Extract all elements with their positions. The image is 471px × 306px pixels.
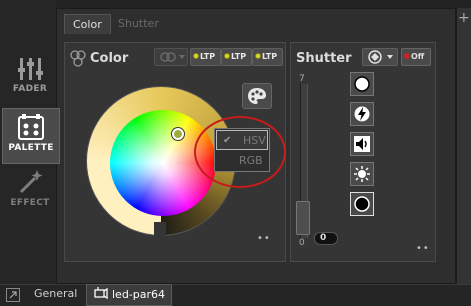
- off-label: Off: [411, 52, 425, 61]
- right-side-panel: [456, 8, 471, 284]
- ltp-label: LTP: [200, 52, 216, 61]
- color-palette-button[interactable]: [242, 83, 272, 109]
- plus-icon[interactable]: +: [458, 10, 470, 26]
- palette-icon: [248, 88, 266, 104]
- shutter-panel-title: Shutter: [296, 51, 352, 66]
- closed-icon: [354, 196, 370, 212]
- palette-tool-label: PALETTE: [8, 143, 54, 153]
- scale-max-label: 7: [299, 74, 305, 84]
- shutter-value-field[interactable]: 0: [314, 232, 338, 245]
- link-dropdown-button[interactable]: [154, 48, 188, 66]
- random-strobe-icon: [354, 166, 370, 182]
- tab-color[interactable]: Color: [64, 14, 111, 34]
- effect-tool-button[interactable]: EFFECT: [2, 168, 58, 224]
- ring-gap: [154, 222, 166, 246]
- ltp-label: LTP: [231, 52, 247, 61]
- sliders-icon: [18, 58, 43, 80]
- bottom-tab-general[interactable]: General: [28, 284, 83, 306]
- shutter-sound-button[interactable]: [350, 132, 374, 156]
- scale-min-label: 0: [299, 238, 305, 248]
- sound-icon: [354, 136, 370, 152]
- shutter-closed-button[interactable]: [350, 192, 374, 216]
- ltp-label: LTP: [262, 52, 278, 61]
- color-panel-title: Color: [90, 51, 129, 66]
- fader-tool-label: FADER: [12, 84, 48, 94]
- shutter-off-button[interactable]: Off: [401, 48, 431, 66]
- shutter-mode-icon: [368, 50, 393, 64]
- effect-tool-label: EFFECT: [10, 198, 50, 208]
- shutter-strobe-button[interactable]: [350, 102, 374, 126]
- color-picker-handle[interactable]: [172, 128, 184, 140]
- ltp-button[interactable]: LTP: [252, 48, 283, 66]
- ltp-button[interactable]: LTP: [190, 48, 221, 66]
- more-options-icon[interactable]: ••: [416, 243, 430, 254]
- bottom-tab-fixture[interactable]: led-par64: [86, 284, 173, 306]
- palette-board-icon: [18, 114, 44, 140]
- shutter-random-button[interactable]: [350, 162, 374, 186]
- bottom-tab-label: led-par64: [112, 288, 166, 301]
- restore-icon[interactable]: [6, 288, 20, 302]
- more-options-icon[interactable]: ••: [257, 233, 271, 244]
- tab-shutter[interactable]: Shutter: [110, 14, 167, 34]
- ltp-button[interactable]: LTP: [221, 48, 252, 66]
- fixture-icon: [94, 287, 108, 300]
- link-icon: [160, 52, 185, 62]
- highlight-circle: [194, 116, 286, 188]
- fader-tool-button[interactable]: FADER: [2, 56, 58, 112]
- shutter-open-button[interactable]: [350, 72, 374, 96]
- shutter-slider-handle[interactable]: [296, 201, 310, 235]
- rgb-badge-icon: [70, 50, 86, 71]
- magic-wand-icon: [19, 170, 43, 194]
- palette-tool-button[interactable]: PALETTE: [2, 108, 60, 164]
- open-icon: [354, 76, 370, 92]
- strobe-icon: [354, 106, 370, 122]
- shutter-mode-dropdown[interactable]: [362, 48, 398, 66]
